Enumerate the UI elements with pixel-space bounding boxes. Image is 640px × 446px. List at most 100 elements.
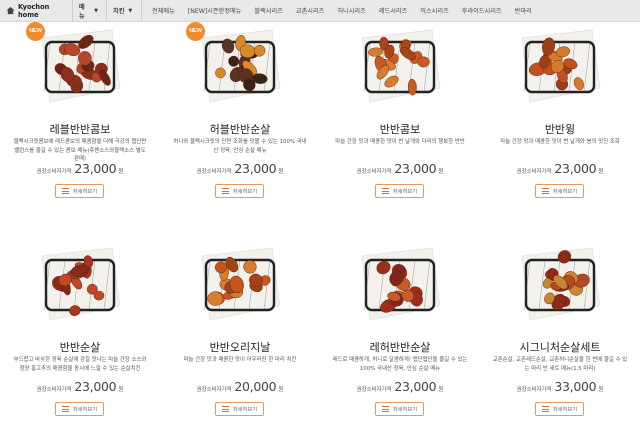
category-link-red[interactable]: 레드시리즈: [379, 6, 407, 15]
product-description: 마늘 간장 맛과 매콤한 맛이 번 날개와 다리의 행복한 반반: [335, 139, 465, 145]
price-label: 권장소비자가격: [196, 169, 232, 175]
details-button-label: 자세히보기: [232, 189, 258, 195]
product-name[interactable]: 반반순살: [0, 339, 160, 355]
price-value: 23,000: [74, 379, 117, 394]
product-description: 블랙시크릿콤보에 레드콤보의 매콤함을 더해 극강의 맵단짠 밸런스를 즐길 수…: [13, 139, 147, 162]
price-row: 권장소비자가격 23,000 원: [0, 379, 160, 394]
menu-dropdown[interactable]: 메뉴 ▼: [72, 0, 106, 22]
home-link[interactable]: Kyochon home: [0, 0, 72, 22]
product-description: 마늘 간장 맛과 매콤한 맛이 번 날개와 봉의 맛진 조화: [500, 139, 620, 145]
details-button[interactable]: 자세히보기: [535, 402, 584, 416]
menu-list-icon: [221, 406, 229, 412]
chevron-down-icon: ▼: [128, 7, 133, 14]
price-value: 23,000: [394, 161, 437, 176]
details-button[interactable]: 자세히보기: [215, 184, 264, 198]
price-row: 권장소비자가격 23,000 원: [0, 161, 160, 176]
category-link-fried[interactable]: 후라이드시리즈: [462, 6, 502, 15]
chicken-photo: [41, 29, 121, 103]
menu-dropdown-label: 메뉴: [79, 3, 85, 20]
product-image[interactable]: [518, 28, 602, 104]
menu-list-icon: [221, 188, 229, 194]
category-link-black[interactable]: 블랙시리즈: [254, 6, 282, 15]
chevron-down-icon: ▼: [94, 7, 98, 14]
top-nav: Kyochon home 메뉴 ▼ 치킨 ▼ 전체메뉴 [NEW]시즌한정메뉴 …: [0, 0, 640, 22]
price-value: 33,000: [554, 379, 597, 394]
product-description: 교촌순살, 교촌레드순살, 교촌허니순살을 한 번에 즐길 수 있는 마리 반 …: [492, 357, 628, 372]
product-name[interactable]: 반반콤보: [320, 121, 480, 137]
product-card[interactable]: 반반순살 부드럽고 바삭한 정육 순살에 감칠 맛나는 마늘 간장 소스와 청양 …: [0, 240, 160, 446]
product-name[interactable]: 레허반반순살: [320, 339, 480, 355]
product-card[interactable]: 반반콤보마늘 간장 맛과 매콤한 맛이 번 날개와 다리의 행복한 반반권장소비…: [320, 22, 480, 232]
category-link-mix[interactable]: 믹스시리즈: [420, 6, 448, 15]
price-label: 권장소비자가격: [516, 169, 552, 175]
new-badge: NEW: [186, 22, 205, 41]
price-unit: 원: [438, 169, 444, 175]
product-name[interactable]: 허블반반순살: [160, 121, 320, 137]
price-unit: 원: [118, 387, 124, 393]
product-card[interactable]: 반반윙마늘 간장 맛과 매콤한 맛이 번 날개와 봉의 맛진 조화권장소비자가격…: [480, 22, 640, 232]
category-link-kyochon[interactable]: 교촌시리즈: [296, 6, 324, 15]
product-image[interactable]: [358, 246, 442, 322]
details-button[interactable]: 자세히보기: [375, 402, 424, 416]
product-image[interactable]: [38, 246, 122, 322]
menu-list-icon: [541, 406, 549, 412]
details-button-label: 자세히보기: [72, 407, 98, 413]
new-badge: NEW: [26, 22, 45, 41]
product-card[interactable]: 반반오리지날마늘 간장 맛과 매콤한 맛이 어우러진 한 마리 치킨권장소비자가…: [160, 240, 320, 446]
product-card[interactable]: NEW 허블반반순살 허니와 블랙시크릿의 단짠 조화를 맛볼 수 있는 100% …: [160, 22, 320, 232]
menu-list-icon: [381, 188, 389, 194]
price-label: 권장소비자가격: [196, 387, 232, 393]
category-link-all[interactable]: 전체메뉴: [152, 6, 175, 15]
price-label: 권장소비자가격: [36, 169, 72, 175]
details-button-label: 자세히보기: [552, 407, 578, 413]
price-value: 20,000: [234, 379, 277, 394]
category-link-half[interactable]: 반마리: [515, 6, 532, 15]
price-unit: 원: [278, 387, 284, 393]
product-image[interactable]: [518, 246, 602, 322]
product-image[interactable]: [198, 28, 282, 104]
price-value: 23,000: [554, 161, 597, 176]
category-link-honey[interactable]: 허니시리즈: [337, 6, 365, 15]
category-link-new-season[interactable]: [NEW]시즌한정메뉴: [188, 6, 242, 15]
product-card[interactable]: 시그니처순살세트교촌순살, 교촌레드순살, 교촌허니순살을 한 번에 즐길 수 …: [480, 240, 640, 446]
product-name[interactable]: 레블반반콤보: [0, 121, 160, 137]
price-unit: 원: [438, 387, 444, 393]
product-card[interactable]: NEW 레블반반콤보블랙시크릿콤보에 레드콤보의 매콤함을 더해 극강의 맵단짠 …: [0, 22, 160, 232]
product-name[interactable]: 반반오리지날: [160, 339, 320, 355]
home-icon: [6, 6, 15, 15]
home-label: Kyochon home: [17, 2, 50, 19]
product-name[interactable]: 시그니처순살세트: [480, 339, 640, 355]
chicken-photo: [201, 29, 281, 103]
product-image[interactable]: [38, 28, 122, 104]
price-row: 권장소비자가격 20,000 원: [160, 379, 320, 394]
product-image[interactable]: [198, 246, 282, 322]
product-name[interactable]: 반반윙: [480, 121, 640, 137]
price-label: 권장소비자가격: [356, 169, 392, 175]
details-button[interactable]: 자세히보기: [55, 402, 104, 416]
price-value: 23,000: [394, 379, 437, 394]
price-row: 권장소비자가격 23,000 원: [320, 379, 480, 394]
chicken-photo: [521, 29, 601, 103]
chicken-photo: [41, 247, 121, 321]
details-button-label: 자세히보기: [392, 189, 418, 195]
price-row: 권장소비자가격 23,000 원: [320, 161, 480, 176]
details-button-label: 자세히보기: [232, 407, 258, 413]
product-description: 레드로 매콤하게, 허니로 달콤하게! 맵단맵단을 즐길 수 있는 100% 국…: [332, 357, 468, 372]
menu-list-icon: [541, 188, 549, 194]
chicken-photo: [361, 29, 441, 103]
chicken-dropdown[interactable]: 치킨 ▼: [106, 0, 142, 22]
price-unit: 원: [118, 169, 124, 175]
details-button-label: 자세히보기: [72, 189, 98, 195]
details-button[interactable]: 자세히보기: [375, 184, 424, 198]
product-card[interactable]: 레허반반순살레드로 매콤하게, 허니로 달콤하게! 맵단맵단을 즐길 수 있는 …: [320, 240, 480, 446]
details-button[interactable]: 자세히보기: [535, 184, 584, 198]
chicken-photo: [201, 247, 281, 321]
details-button[interactable]: 자세히보기: [215, 402, 264, 416]
product-image[interactable]: [358, 28, 442, 104]
details-button[interactable]: 자세히보기: [55, 184, 104, 198]
price-unit: 원: [598, 169, 604, 175]
product-description: 마늘 간장 맛과 매콤한 맛이 어우러진 한 마리 치킨: [183, 357, 297, 363]
menu-list-icon: [381, 406, 389, 412]
price-row: 권장소비자가격 33,000 원: [480, 379, 640, 394]
price-row: 권장소비자가격 23,000 원: [480, 161, 640, 176]
